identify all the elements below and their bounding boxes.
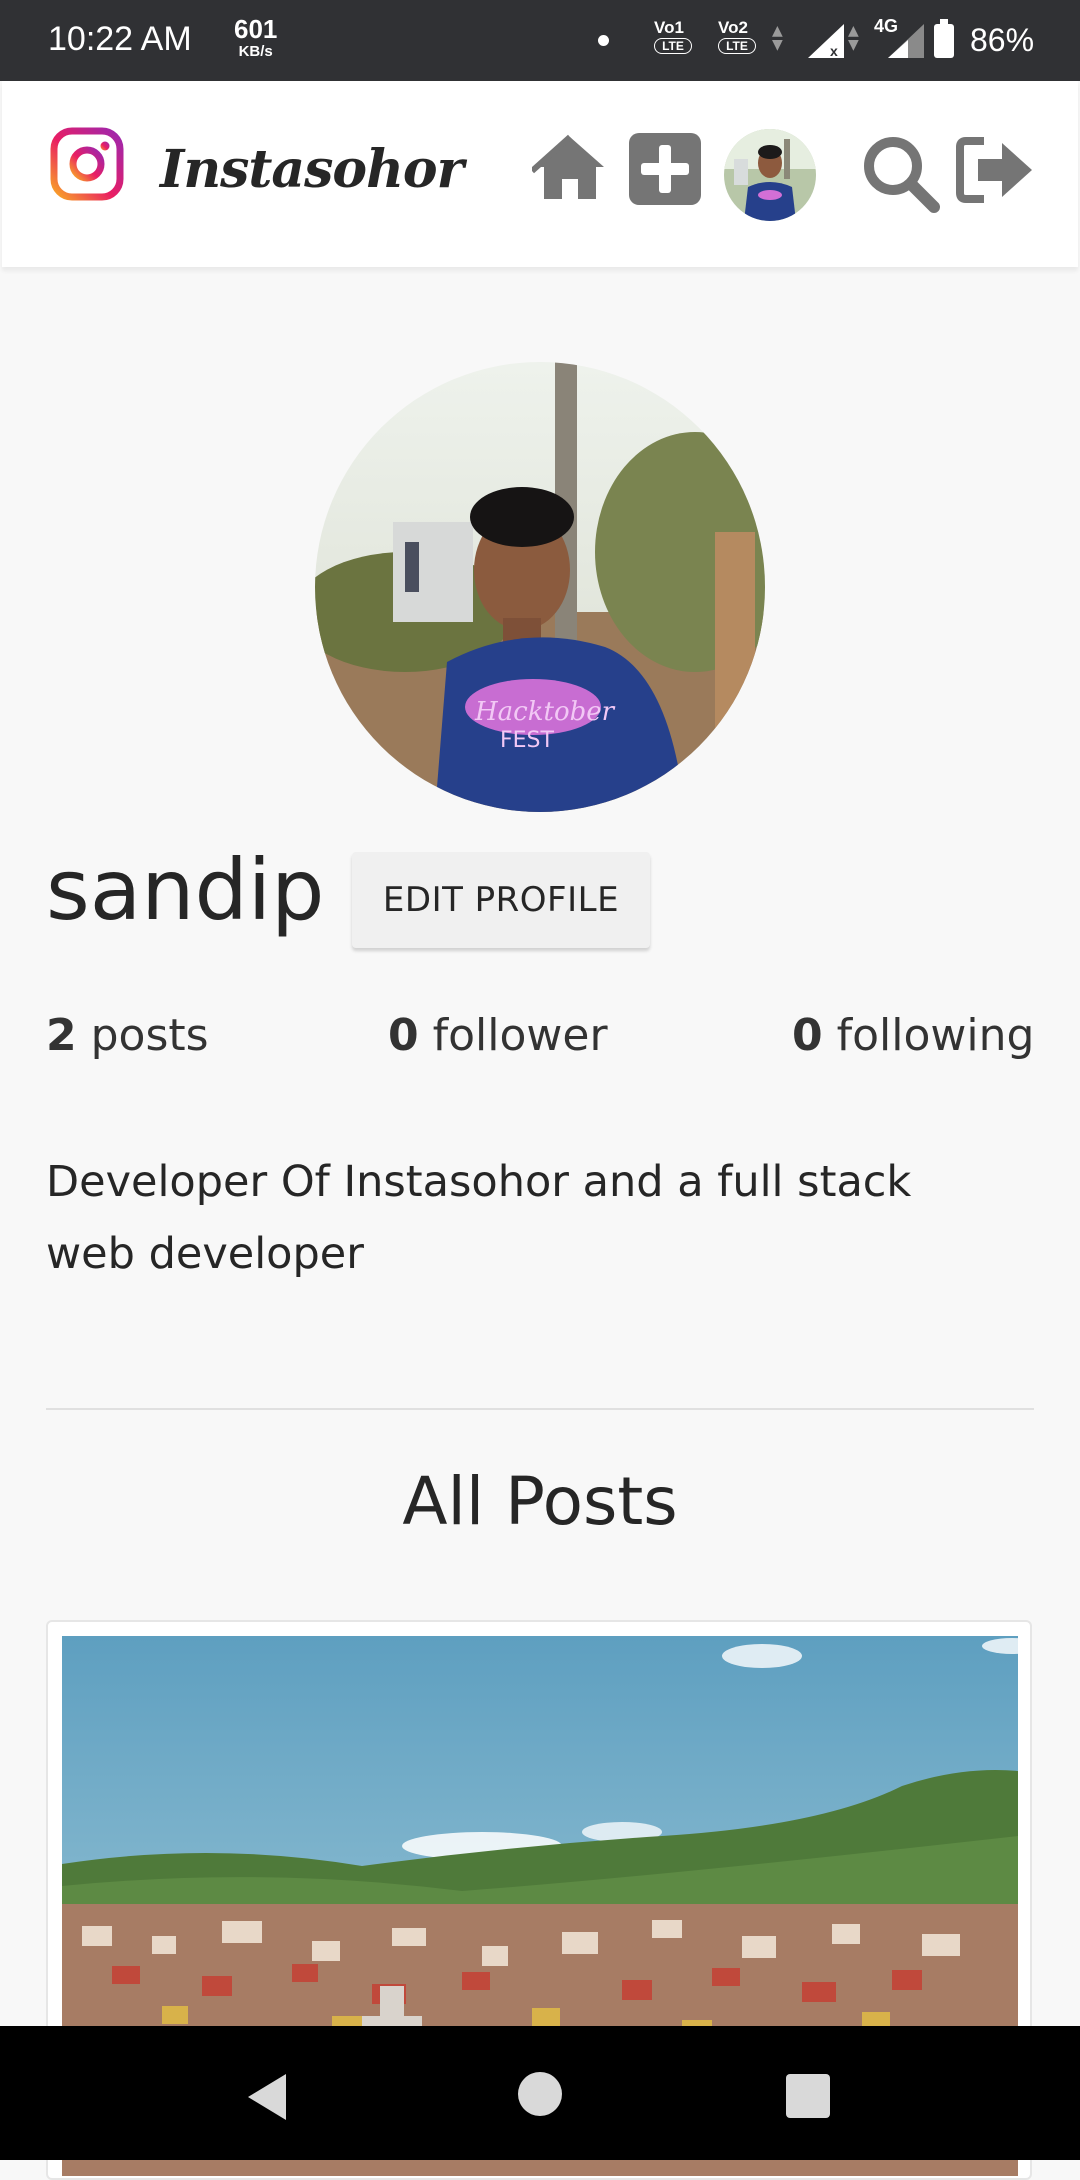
notification-dot-icon <box>598 35 609 46</box>
home-icon[interactable] <box>532 133 608 203</box>
svg-text:x: x <box>830 43 838 59</box>
add-post-icon[interactable] <box>629 133 701 205</box>
search-icon[interactable] <box>860 133 942 215</box>
system-navigation-bar <box>0 2026 1080 2160</box>
instagram-logo-icon[interactable] <box>50 127 124 201</box>
volte-sim1-label: Vo1 <box>654 18 684 37</box>
following-count-stat[interactable]: 0 following <box>792 1008 1034 1064</box>
battery-icon <box>934 19 954 58</box>
edit-profile-button[interactable]: EDIT PROFILE <box>352 852 650 948</box>
logout-icon[interactable] <box>956 137 1036 203</box>
svg-text:FEST: FEST <box>500 728 555 753</box>
following-label: following <box>836 1010 1035 1061</box>
status-bar: 10:22 AM 601 KB/s Vo1 LTE Vo2 LTE ▲ ▼ x ▲… <box>0 0 1080 81</box>
volte-sim2-lte: LTE <box>718 38 756 54</box>
app-brand-title[interactable]: Instasohor <box>160 139 464 200</box>
profile-photo: Hacktober FEST <box>315 362 765 812</box>
data-activity-icon-2: ▲ ▼ <box>848 23 859 53</box>
volte-sim1-icon: Vo1 LTE <box>654 18 698 60</box>
section-divider <box>46 1408 1034 1410</box>
volte-sim1-lte: LTE <box>654 38 692 54</box>
posts-count-stat: 2 posts <box>46 1008 209 1064</box>
battery-percent: 86% <box>970 22 1035 58</box>
network-speed: 601 KB/s <box>234 16 277 59</box>
signal-sim2-icon <box>888 24 924 58</box>
follower-count-stat[interactable]: 0 follower <box>388 1008 608 1064</box>
follower-label: follower <box>432 1010 608 1061</box>
volte-sim2-icon: Vo2 LTE <box>718 18 762 60</box>
following-count: 0 <box>792 1010 823 1061</box>
network-speed-value: 601 <box>234 14 278 44</box>
home-button-icon[interactable] <box>518 2072 562 2116</box>
posts-label: posts <box>90 1010 209 1061</box>
profile-bio: Developer Of Instasohor and a full stack… <box>46 1157 912 1279</box>
data-activity-icon: ▲ ▼ <box>772 23 783 53</box>
profile-username: sandip <box>46 841 325 939</box>
avatar[interactable] <box>724 129 816 221</box>
all-posts-title: All Posts <box>402 1463 678 1540</box>
svg-text:Hacktober: Hacktober <box>474 697 616 727</box>
status-time: 10:22 AM <box>48 20 192 58</box>
recent-apps-icon[interactable] <box>786 2074 830 2118</box>
volte-sim2-label: Vo2 <box>718 18 748 37</box>
follower-count: 0 <box>388 1010 419 1061</box>
network-speed-unit: KB/s <box>238 43 273 60</box>
signal-sim1-icon: x <box>808 24 844 59</box>
posts-count: 2 <box>46 1010 77 1061</box>
back-icon[interactable] <box>244 2072 288 2122</box>
app-header: Instasohor <box>2 81 1078 267</box>
